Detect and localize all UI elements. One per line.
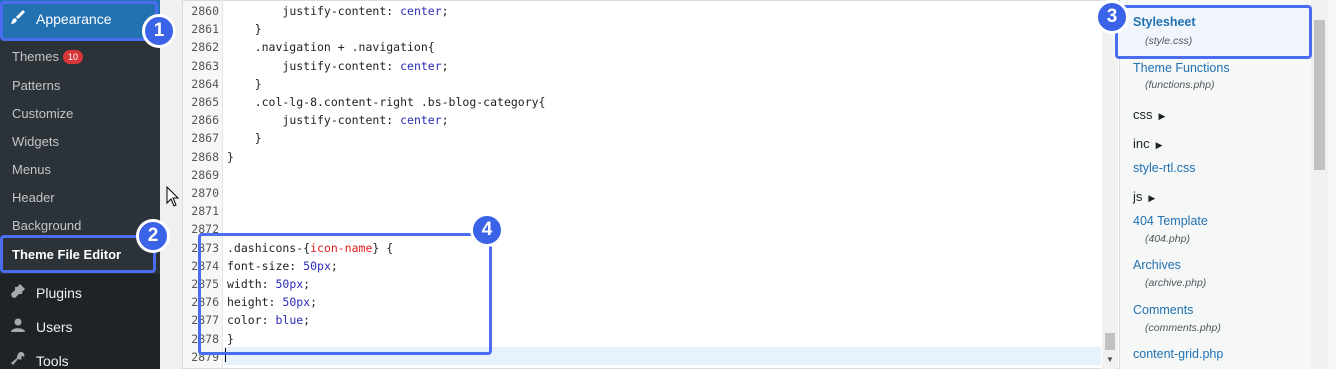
step-marker-2: 2 xyxy=(136,219,170,253)
line-number: 2864 xyxy=(191,76,219,91)
code-line[interactable]: 2868} xyxy=(183,148,1101,166)
line-number: 2871 xyxy=(191,204,219,219)
expand-arrow-icon: ▶ xyxy=(1158,111,1166,121)
submenu-background[interactable]: Background xyxy=(12,218,81,233)
highlight-code-snippet xyxy=(198,233,492,355)
menu-users[interactable]: Users xyxy=(0,310,160,344)
submenu-patterns[interactable]: Patterns xyxy=(12,78,60,93)
highlight-appearance xyxy=(0,1,158,41)
editor-scrollbar-thumb[interactable] xyxy=(1105,333,1115,350)
code-line[interactable]: 2865 .col-lg-8.content-right .bs-blog-ca… xyxy=(183,93,1101,111)
line-number: 2868 xyxy=(191,149,219,164)
menu-users-label: Users xyxy=(36,319,73,335)
file-link[interactable]: style-rtl.css xyxy=(1133,161,1196,175)
line-code: } xyxy=(227,22,262,37)
submenu-themes[interactable]: Themes 10 xyxy=(12,49,83,64)
wrench-icon xyxy=(0,351,36,369)
admin-sidebar: Appearance Themes 10 Patterns Customize W… xyxy=(0,0,160,369)
line-number: 2863 xyxy=(191,58,219,73)
code-line[interactable]: 2867 } xyxy=(183,129,1101,147)
code-line[interactable]: 2860 justify-content: center; xyxy=(183,2,1101,20)
expand-arrow-icon: ▶ xyxy=(1155,140,1163,150)
scroll-down-arrow-icon[interactable]: ▼ xyxy=(1106,355,1114,364)
submenu-menus[interactable]: Menus xyxy=(12,162,51,177)
highlight-theme-file-editor xyxy=(0,235,156,273)
folder-label: inc xyxy=(1133,136,1150,151)
code-line[interactable]: 2864 } xyxy=(183,75,1101,93)
submenu-widgets[interactable]: Widgets xyxy=(12,134,59,149)
line-number: 2869 xyxy=(191,167,219,182)
line-code: .col-lg-8.content-right .bs-blog-categor… xyxy=(227,95,546,109)
file-link[interactable]: 404 Template xyxy=(1133,214,1208,228)
expand-arrow-icon: ▶ xyxy=(1148,193,1156,203)
code-line[interactable]: 2871 xyxy=(183,202,1101,220)
file-link[interactable]: Comments xyxy=(1133,303,1193,317)
mouse-pointer-icon xyxy=(166,186,180,207)
code-line[interactable]: 2866 justify-content: center; xyxy=(183,111,1101,129)
step-marker-3: 3 xyxy=(1095,0,1129,34)
submenu-customize[interactable]: Customize xyxy=(12,106,73,121)
file-link[interactable]: Archives xyxy=(1133,258,1181,272)
update-count-badge: 10 xyxy=(62,50,83,64)
file-list-scrollbar-thumb[interactable] xyxy=(1314,20,1325,170)
line-number: 2861 xyxy=(191,22,219,37)
line-number: 2860 xyxy=(191,4,219,18)
file-name-hint: (archive.php) xyxy=(1145,277,1207,289)
folder-inc[interactable]: inc ▶ xyxy=(1133,136,1163,151)
submenu-themes-label: Themes xyxy=(12,49,59,64)
code-line[interactable]: 2863 justify-content: center; xyxy=(183,57,1101,75)
line-number: 2866 xyxy=(191,113,219,128)
line-code: justify-content: center; xyxy=(282,4,449,18)
menu-plugins-label: Plugins xyxy=(36,285,82,301)
folder-label: css xyxy=(1133,107,1153,122)
line-code: } xyxy=(227,131,262,146)
file-name-hint: (functions.php) xyxy=(1145,79,1215,91)
menu-plugins[interactable]: Plugins xyxy=(0,276,160,310)
screen: { "sidebar": { "appearance_label": "Appe… xyxy=(0,0,1336,369)
line-code: justify-content: center; xyxy=(282,113,449,128)
folder-css[interactable]: css ▶ xyxy=(1133,107,1165,122)
file-link[interactable]: content-grid.php xyxy=(1133,347,1223,361)
file-name-hint: (404.php) xyxy=(1145,233,1190,245)
line-code: .navigation + .navigation{ xyxy=(227,40,435,55)
menu-tools[interactable]: Tools xyxy=(0,344,160,369)
menu-tools-label: Tools xyxy=(36,353,69,369)
folder-js[interactable]: js ▶ xyxy=(1133,189,1155,204)
line-code: } xyxy=(227,149,234,164)
line-number: 2862 xyxy=(191,40,219,55)
line-number: 2870 xyxy=(191,186,219,200)
file-name-hint: (comments.php) xyxy=(1145,322,1221,334)
step-marker-4: 4 xyxy=(470,213,504,247)
code-line[interactable]: 2869 xyxy=(183,166,1101,184)
code-line[interactable]: 2870 xyxy=(183,184,1101,202)
line-number: 2865 xyxy=(191,95,219,109)
line-number: 2867 xyxy=(191,131,219,146)
code-line[interactable]: 2862 .navigation + .navigation{ xyxy=(183,38,1101,56)
code-line[interactable]: 2861 } xyxy=(183,20,1101,38)
line-code: justify-content: center; xyxy=(282,58,449,73)
step-marker-1: 1 xyxy=(142,14,176,48)
submenu-header[interactable]: Header xyxy=(12,190,55,205)
folder-label: js xyxy=(1133,189,1143,204)
plugin-icon xyxy=(0,283,36,303)
file-link[interactable]: Theme Functions xyxy=(1133,61,1230,75)
highlight-stylesheet xyxy=(1115,5,1312,59)
line-code: } xyxy=(227,76,262,91)
user-icon xyxy=(0,317,36,337)
